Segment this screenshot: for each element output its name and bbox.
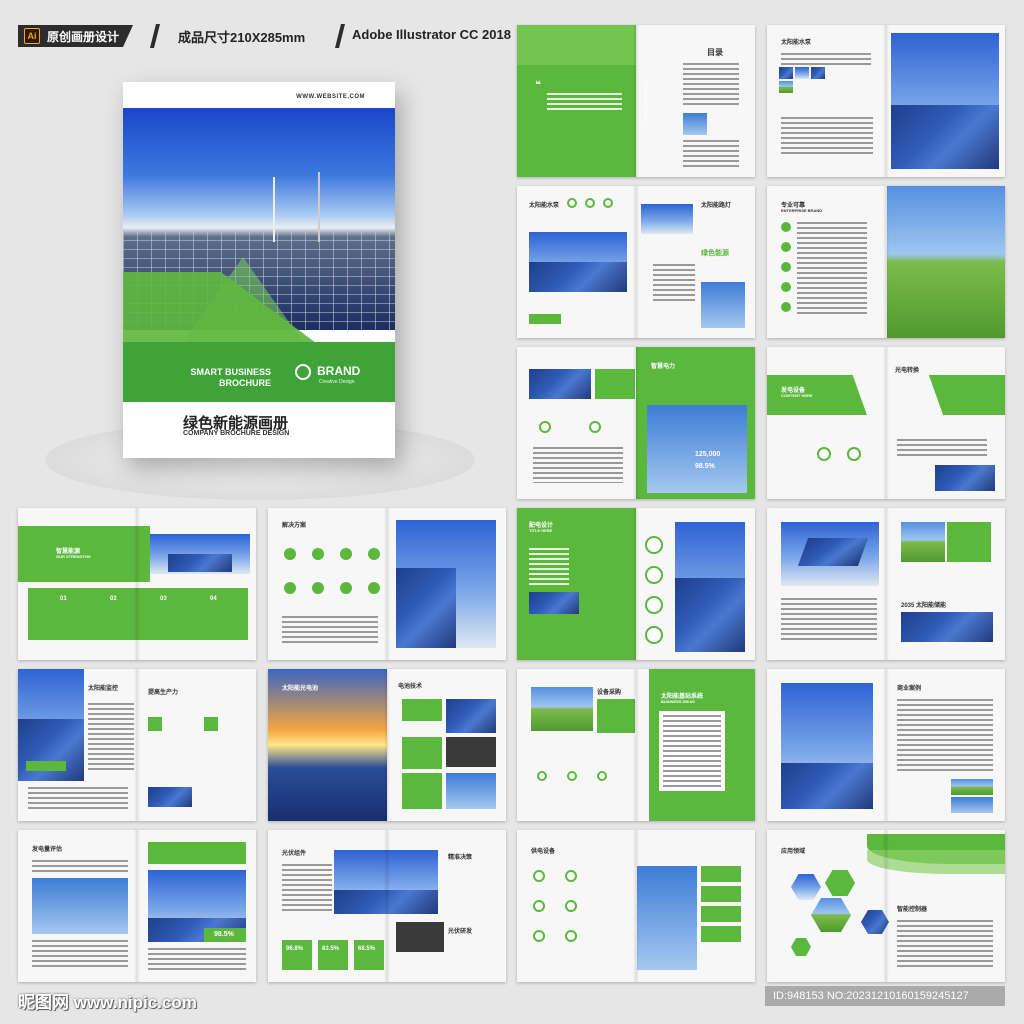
spread-business-cases: 商业案例 — [767, 669, 1005, 821]
image-id-bar: ID:948153 NO:20231210160159245127 — [765, 986, 1005, 1006]
solar-pump-title: 太阳能水泵 — [781, 40, 812, 46]
stat-c: 98.5% — [214, 931, 234, 938]
stat-b: 98.5% — [695, 463, 715, 470]
spread-solar-2035: 2035 太阳能储能 — [767, 508, 1005, 660]
business-cases-title: 商业案例 — [897, 686, 922, 692]
spread-smart-power: 智慧电力 125,000 98.5% — [517, 347, 755, 499]
toc-title: 目录 — [707, 48, 723, 57]
spread-solar-monitoring: 太阳能监控 提高生产力 — [18, 669, 256, 821]
spread-generation-eval: 发电量评估 98.5% — [18, 830, 256, 982]
generation-eval-title: 发电量评估 — [32, 847, 63, 853]
spread-smart-energy: 智慧能源 OUR STRENGTHS 01 02 03 04 — [18, 508, 256, 660]
num-03: 03 — [160, 596, 167, 602]
original-design-text: 原创画册设计 — [47, 29, 120, 44]
original-design-label: Ai 原创画册设计 — [18, 25, 133, 47]
content-here: CONTENT HERE — [781, 393, 813, 398]
header-software-chip: Ai 原创画册设计 — [18, 25, 133, 47]
header-size-label: 成品尺寸210X285mm — [178, 30, 306, 45]
stat-a: 125,000 — [695, 451, 721, 458]
cover-subtitle: COMPANY BROCHURE DESIGN — [183, 430, 290, 437]
smart-controller-title: 智能控制器 — [897, 907, 928, 913]
num-02: 02 — [110, 596, 117, 602]
pct-3: 68.5% — [358, 946, 376, 952]
num-04: 04 — [210, 596, 217, 602]
pv-conversion-title: 光电转换 — [895, 368, 920, 374]
spread-solar-cells: 太阳能光电池 电池技术 — [268, 669, 506, 821]
spread-solar-pump: 太阳能水泵 太阳能路灯 绿色能源 — [517, 186, 755, 338]
application-title: 应用领域 — [781, 849, 806, 855]
pv-module-title: 光伏组件 — [282, 851, 307, 857]
improve-productivity-title: 提高生产力 — [148, 690, 179, 696]
pct-1: 96.8% — [286, 946, 304, 952]
cover-smart-business: SMART BUSINESS BROCHURE — [187, 367, 271, 389]
illustrator-icon: Ai — [24, 28, 40, 44]
cover-smart-business-line1: SMART BUSINESS — [190, 367, 271, 377]
spread-pro-reliable: 专业可靠 ENTERPRISE BRAND — [767, 186, 1005, 338]
header-divider — [150, 24, 160, 48]
precise-decision-title: 精准决策 — [448, 855, 473, 861]
tower-icon — [318, 172, 320, 242]
solar-pump-title-2: 太阳能水泵 — [529, 203, 560, 209]
cover-website: WWW.WEBSITE.COM — [296, 94, 365, 100]
spread-pv-conversion: 发电设备 CONTENT HERE 光电转换 — [767, 347, 1005, 499]
solutions-title: 解决方案 — [282, 523, 307, 529]
our-strengths: OUR STRENGTHS — [56, 554, 91, 559]
cover-brand-sub: Creative Design — [319, 379, 355, 385]
solar-monitoring-title: 太阳能监控 — [88, 686, 119, 692]
pv-rd-title: 光伏研发 — [448, 929, 473, 935]
power-tech-title: 电池技术 — [398, 684, 423, 690]
solar-streetlight-title: 太阳能路灯 — [701, 203, 732, 209]
turbine-icon — [273, 177, 275, 242]
cover-brand: BRAND — [317, 364, 361, 378]
smart-power-title: 智慧电力 — [651, 364, 676, 370]
solar-2035-title: 2035 太阳能储能 — [901, 603, 947, 609]
spread-distribution-design: 配电设计 TITLE HERE — [517, 508, 755, 660]
enterprise-brand: ENTERPRISE BRAND — [781, 208, 823, 213]
spread-equipment-purchase: 设备采购 太阳能基站系统 BUSINESS IDEAS — [517, 669, 755, 821]
spread-toc: ❝ TABLE OF CONTENTS 目录 — [517, 25, 755, 177]
header-software-label: Adobe Illustrator CC 2018 — [352, 27, 511, 42]
watermark: 昵图网 www.nipic.com — [18, 993, 197, 1012]
cover-smart-business-line2: BROCHURE — [218, 378, 271, 388]
spread-pv-module: 光伏组件 精准决策 光伏研发 96.8% 83.5% 68.5% — [268, 830, 506, 982]
title-here: TITLE HERE — [529, 528, 553, 533]
num-01: 01 — [60, 596, 67, 602]
brochure-cover: WWW.WEBSITE.COM SMART BUSINESS BROCHURE … — [123, 82, 395, 458]
spread-product-intro: 太阳能水泵 — [767, 25, 1005, 177]
power-supply-title: 供电设备 — [531, 849, 556, 855]
brand-logo-icon — [295, 364, 311, 380]
header-divider — [335, 24, 345, 48]
pct-2: 83.5% — [322, 946, 340, 952]
business-ideas: BUSINESS IDEAS — [661, 699, 695, 704]
toc-en: TABLE OF CONTENTS — [643, 82, 648, 125]
solar-cells-title: 太阳能光电池 — [282, 686, 319, 692]
spread-application: 应用领域 智能控制器 — [767, 830, 1005, 982]
spread-solutions: 解决方案 — [268, 508, 506, 660]
spread-power-supply: 供电设备 — [517, 830, 755, 982]
equipment-purchase-title: 设备采购 — [597, 690, 622, 696]
